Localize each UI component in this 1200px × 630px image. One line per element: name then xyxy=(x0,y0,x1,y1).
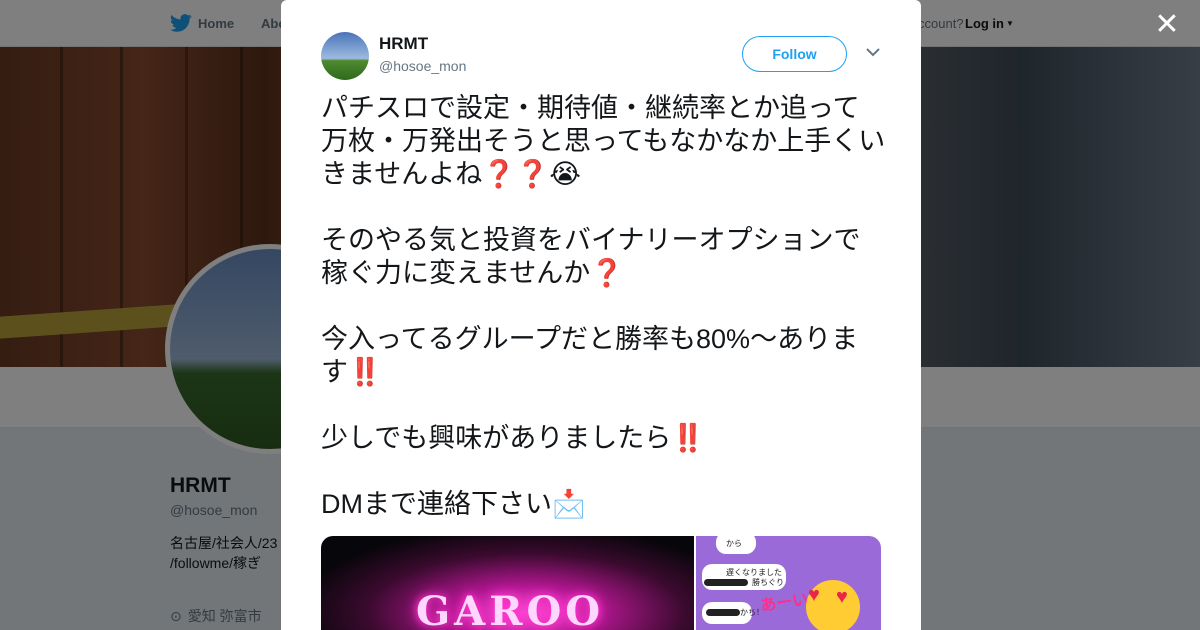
tweet-paragraph: DMまで連絡下さい📩 xyxy=(321,489,586,519)
chevron-down-icon[interactable] xyxy=(865,44,881,60)
tweet-paragraph: そのやる気と投資をバイナリーオプションで稼ぐ力に変えませんか❓ xyxy=(321,225,861,288)
tweet-author-avatar[interactable] xyxy=(321,32,369,80)
media-photo-pachinko[interactable]: GAROO xyxy=(321,536,694,630)
chat-text: 勝ちぐり xyxy=(752,578,784,587)
follow-button[interactable]: Follow xyxy=(742,36,847,72)
media-photo-chat[interactable]: から 遅くなりました 勝ちぐり かち！ あーい!! ♥ ♥ xyxy=(696,536,881,630)
tweet-text: パチスロで設定・期待値・継続率とか追って万枚・万発出そうと思ってもなかなか上手く… xyxy=(321,92,886,521)
tweet-author-name[interactable]: HRMT xyxy=(379,34,428,54)
tweet-paragraph: パチスロで設定・期待値・継続率とか追って万枚・万発出そうと思ってもなかなか上手く… xyxy=(321,93,886,189)
chat-text: から xyxy=(726,539,742,548)
close-icon[interactable]: ✕ xyxy=(1152,10,1182,40)
pachinko-sign-text: GAROO xyxy=(416,588,605,630)
heart-icon: ♥ xyxy=(836,586,848,608)
tweet-paragraph: 少しでも興味がありましたら‼️ xyxy=(321,423,705,453)
tweet-author-handle[interactable]: @hosoe_mon xyxy=(379,58,466,74)
tweet-media[interactable]: GAROO から 遅くなりました 勝ちぐり かち！ あーい!! ♥ ♥ xyxy=(321,536,881,630)
heart-icon: ♥ xyxy=(808,584,820,606)
tweet-modal: HRMT @hosoe_mon Follow パチスロで設定・期待値・継続率とか… xyxy=(281,0,921,630)
tweet-paragraph: 今入ってるグループだと勝率も80%〜あります‼️ xyxy=(321,324,859,387)
